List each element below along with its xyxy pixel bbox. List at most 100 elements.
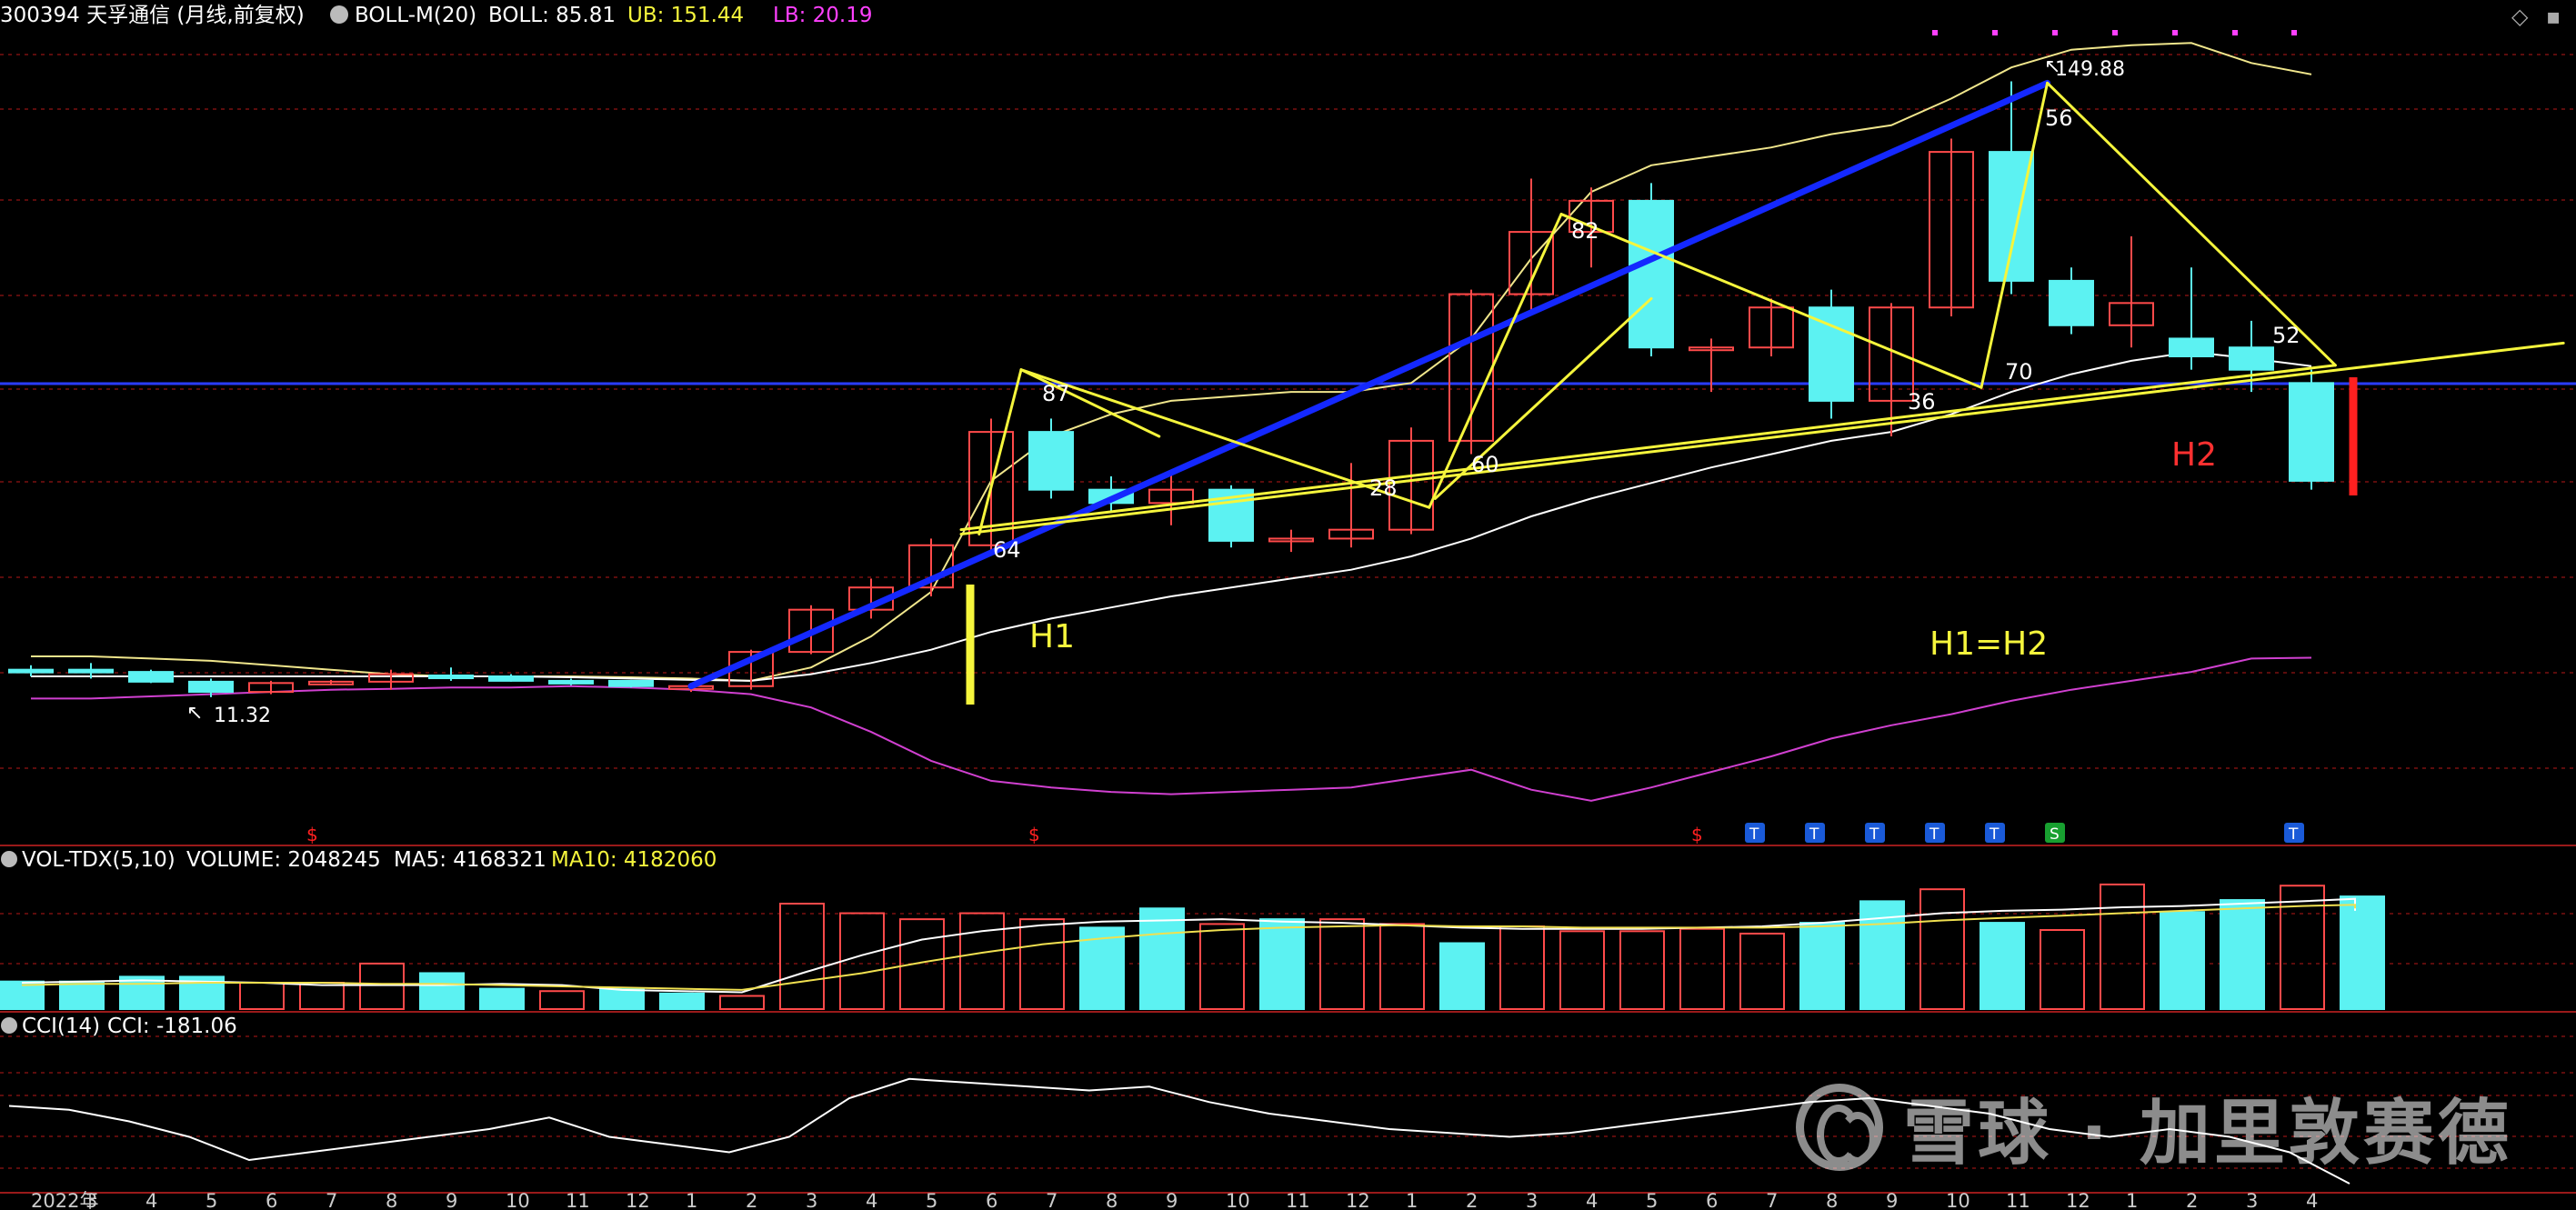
volume-bar <box>599 987 645 1011</box>
x-axis-tick-label: 8 <box>1826 1190 1838 1210</box>
volume-bar <box>2220 899 2265 1011</box>
buy-signal-icon: T <box>1989 825 2000 844</box>
x-axis-tick-label: 3 <box>85 1190 97 1210</box>
candle-body <box>428 675 474 680</box>
x-axis-tick-label: 3 <box>806 1190 817 1210</box>
x-axis-tick-label: 3 <box>1526 1190 1538 1210</box>
buy-signal-icon: T <box>1929 825 1940 844</box>
volume-bar <box>119 975 165 1010</box>
volume-bar <box>2340 895 2385 1010</box>
volume-bar <box>419 972 465 1011</box>
angle-label: 82 <box>1571 218 1599 244</box>
x-axis-tick-label: 7 <box>1046 1190 1057 1210</box>
x-axis-tick-label: 2 <box>746 1190 757 1210</box>
menu-icon[interactable]: ▪ <box>2546 4 2561 29</box>
x-axis-tick-label: 4 <box>2306 1190 2318 1210</box>
candle-body <box>608 679 654 687</box>
x-axis-tick-label: 11 <box>1286 1190 1310 1210</box>
buy-signal-icon: T <box>2288 825 2299 844</box>
volume-bar <box>2160 911 2205 1011</box>
x-axis-tick-label: 6 <box>266 1190 277 1210</box>
indicator-gear-icon[interactable] <box>330 5 348 24</box>
candle-body <box>2049 279 2094 326</box>
x-axis-tick-label: 8 <box>1106 1190 1118 1210</box>
x-axis-tick-label: 10 <box>1946 1190 1970 1210</box>
top-marker-dot <box>1932 30 1938 35</box>
x-axis-tick-label: 6 <box>1706 1190 1718 1210</box>
x-axis-tick-label: 12 <box>1346 1190 1370 1210</box>
volume-bar <box>1439 942 1485 1010</box>
candle-body <box>2169 337 2214 358</box>
h2-label: H2 <box>2171 436 2217 474</box>
volume-ma5: MA5: 4168321 <box>394 848 546 872</box>
xueqiu-watermark: 雪球 · 加里敦赛德 <box>1796 1082 2512 1175</box>
x-axis-tick-label: 11 <box>566 1190 590 1210</box>
volume-bar <box>1980 922 2025 1010</box>
h1-equals-h2-label: H1=H2 <box>1929 625 2048 663</box>
boll-ub-value: UB: 151.44 <box>627 4 744 27</box>
cci-value: CCI: -181.06 <box>107 1015 237 1038</box>
xueqiu-logo-icon <box>1796 1084 1883 1171</box>
volume-gear-icon[interactable] <box>1 851 17 867</box>
cci-indicator-name[interactable]: CCI(14) <box>22 1015 100 1038</box>
stock-title: 300394 天孚通信 (月线,前复权) <box>0 4 305 27</box>
buy-signal-icon: T <box>1749 825 1759 844</box>
x-axis-tick-label: 12 <box>626 1190 650 1210</box>
candle-body <box>188 680 234 694</box>
x-axis-tick-label: 11 <box>2006 1190 2030 1210</box>
volume-value: VOLUME: 2048245 <box>186 848 381 872</box>
candle-body <box>548 679 594 685</box>
boll-value: BOLL: 85.81 <box>488 4 616 27</box>
volume-indicator-name[interactable]: VOL-TDX(5,10) <box>22 848 175 872</box>
x-axis-tick-label: 5 <box>205 1190 217 1210</box>
x-axis-tick-label: 4 <box>145 1190 157 1210</box>
x-axis-tick-label: 10 <box>1226 1190 1250 1210</box>
candle-body <box>488 675 534 682</box>
x-axis-tick-label: 7 <box>1766 1190 1778 1210</box>
candle-body <box>1809 306 1854 402</box>
angle-label: 36 <box>1908 389 1936 415</box>
volume-bar <box>659 992 705 1011</box>
buy-signal-icon: T <box>1869 825 1879 844</box>
x-axis-tick-label: 9 <box>1166 1190 1178 1210</box>
candle-body <box>1629 199 1674 349</box>
stock-chart-canvas: $ $ $ T T T T T TS 2022年3 4 5 6 7 8 9 10 11 12 1 2 3 4 5 6 7 8 9 10… <box>0 0 2576 1210</box>
sell-signal-icon: $ <box>1691 824 1703 845</box>
main-panel-header: 300394 天孚通信 (月线,前复权) BOLL-M(20) BOLL: 85… <box>0 4 873 27</box>
x-axis-tick-label: 2 <box>1466 1190 1478 1210</box>
strategy-signal-icon: S <box>2050 825 2060 844</box>
x-axis-tick-label: 5 <box>1646 1190 1658 1210</box>
candle-body <box>2229 346 2274 371</box>
chart-background <box>0 0 2576 1210</box>
x-axis-tick-label: 9 <box>446 1190 457 1210</box>
watermark-text: 雪球 · 加里敦赛德 <box>1903 1093 2512 1175</box>
sell-signal-icon: $ <box>306 824 318 845</box>
low-arrow-icon: ↖ <box>186 702 203 725</box>
cci-gear-icon[interactable] <box>1 1017 17 1034</box>
candle-body <box>1989 151 2034 282</box>
boll-lb-value: LB: 20.19 <box>773 4 873 27</box>
angle-label: 87 <box>1042 381 1070 406</box>
angle-label: 64 <box>993 537 1021 563</box>
x-axis-tick-label: 12 <box>2066 1190 2090 1210</box>
x-axis-tick-label: 5 <box>926 1190 937 1210</box>
candle-body <box>68 668 114 674</box>
volume-ma10: MA10: 4182060 <box>551 848 717 872</box>
top-marker-dot <box>1992 30 1998 35</box>
top-marker-dot <box>2232 30 2238 35</box>
low-price-label: 11.32 <box>214 705 271 727</box>
candle-body <box>1028 431 1074 491</box>
x-axis-tick-label: 8 <box>386 1190 397 1210</box>
angle-label: 60 <box>1471 452 1499 477</box>
cci-panel-header: CCI(14) CCI: -181.06 <box>1 1015 237 1038</box>
angle-label: 56 <box>2045 105 2073 131</box>
angle-label: 52 <box>2272 323 2300 348</box>
volume-bar <box>59 980 105 1010</box>
x-axis-tick-label: 1 <box>1406 1190 1418 1210</box>
diamond-icon[interactable]: ◇ <box>2511 4 2529 29</box>
x-axis-tick-label: 1 <box>2126 1190 2138 1210</box>
volume-bar <box>479 987 525 1011</box>
buy-signal-icon: T <box>1809 825 1819 844</box>
boll-indicator-name[interactable]: BOLL-M(20) <box>355 4 476 27</box>
angle-label: 70 <box>2005 359 2033 385</box>
